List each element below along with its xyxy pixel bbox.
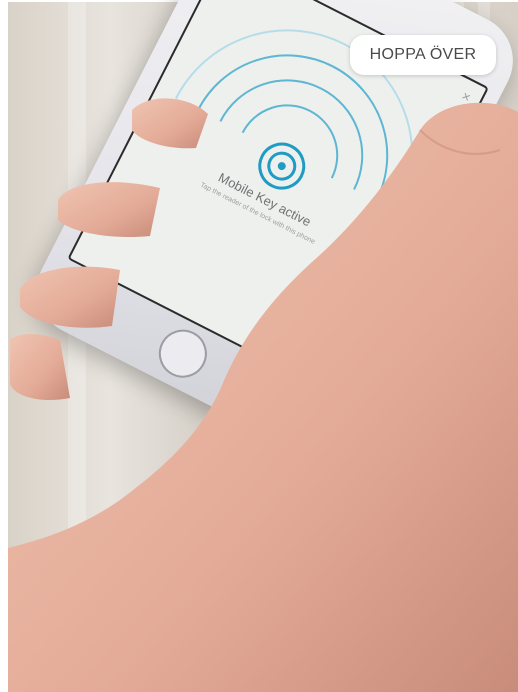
finger-1 [132,98,208,149]
finger-4 [10,334,70,401]
finger-3 [20,266,120,328]
hand-illustration [8,98,518,692]
onboarding-screen: × Mobile Key active Tap the reader of th… [0,0,518,692]
skip-button[interactable]: HOPPA ÖVER [350,35,496,75]
finger-2 [58,182,160,238]
